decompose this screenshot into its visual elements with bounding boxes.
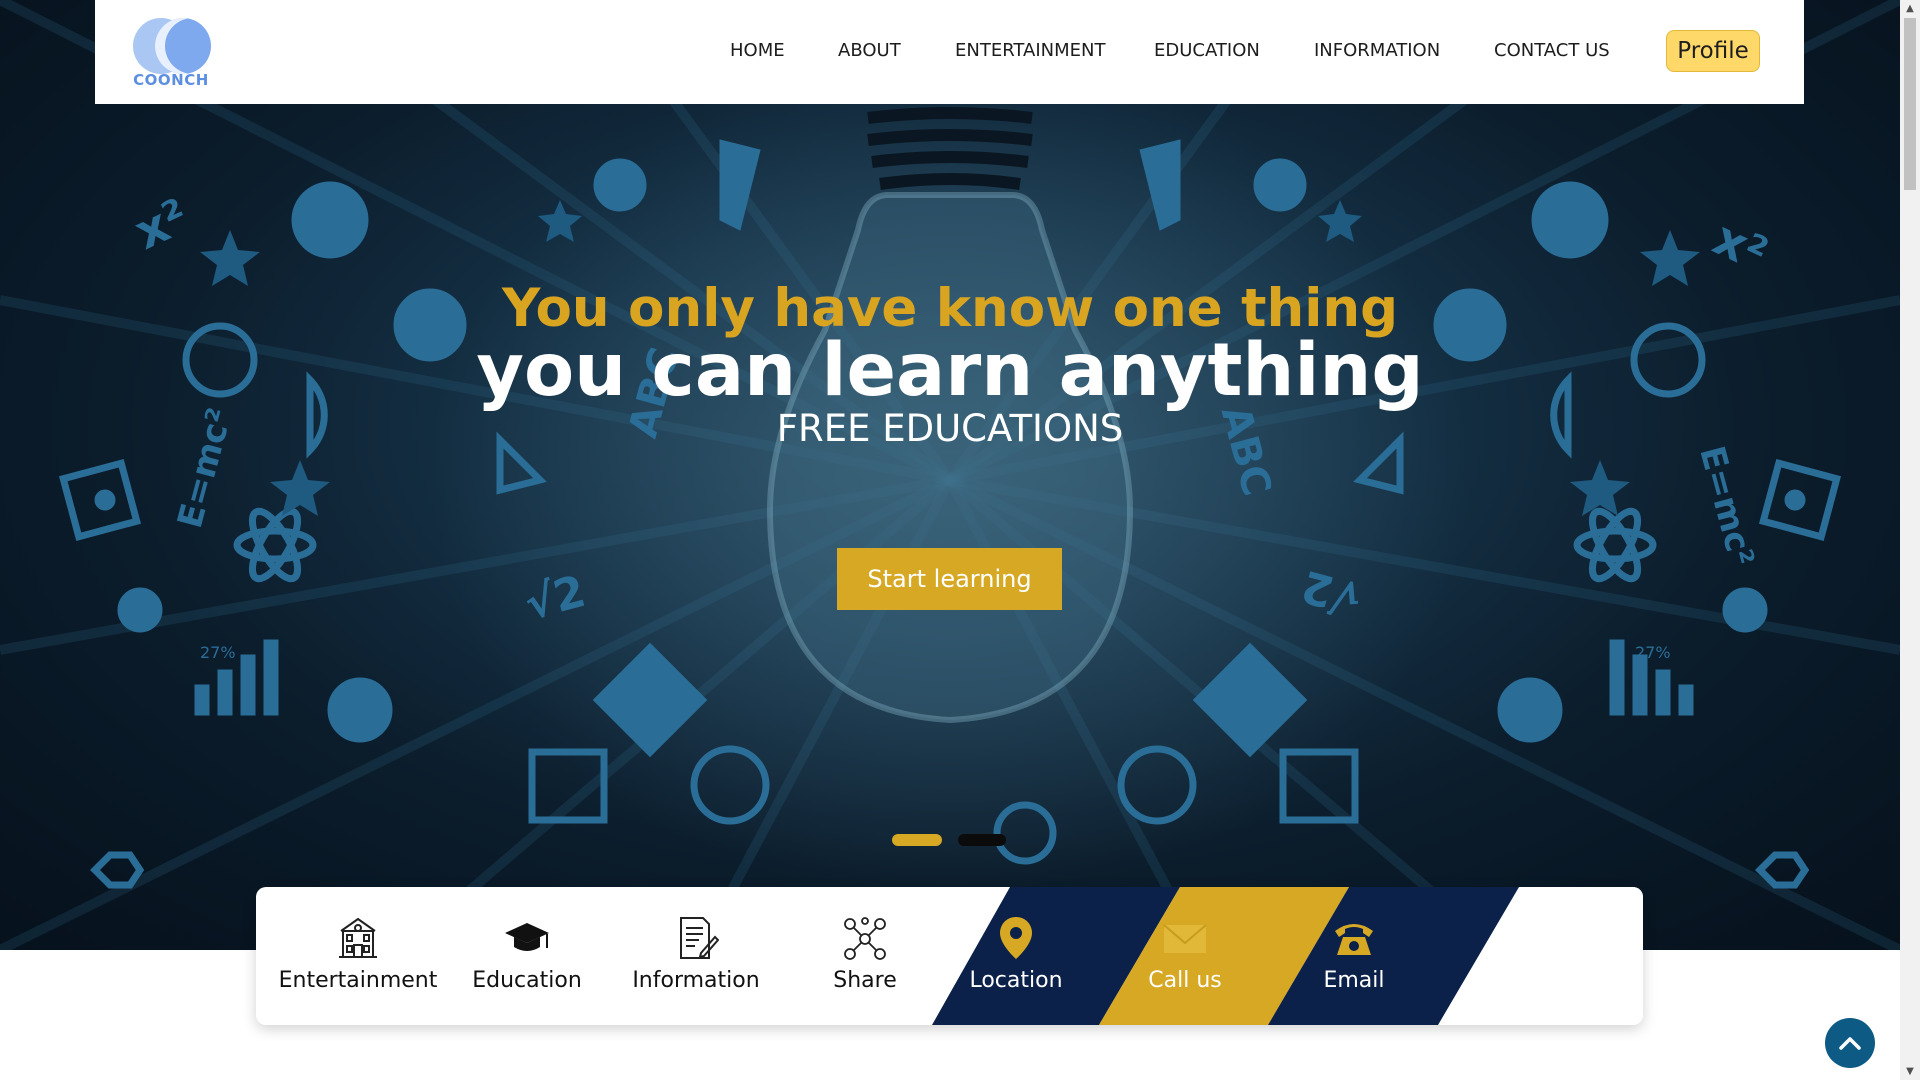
- start-learning-button[interactable]: Start learning: [837, 548, 1062, 610]
- nav-contact-us[interactable]: CONTACT US: [1494, 40, 1610, 61]
- paint-palette-doodle: [1531, 181, 1609, 259]
- feature-location-label: Location: [969, 968, 1063, 993]
- scroll-down-arrow[interactable]: ▼: [1900, 1063, 1920, 1080]
- back-to-top-button[interactable]: [1825, 1018, 1875, 1068]
- brain-doodle: [1722, 587, 1768, 633]
- feature-share-label: Share: [833, 968, 897, 993]
- hexagon-doodle: [1755, 851, 1810, 889]
- globe-doodle: [1497, 677, 1563, 743]
- feature-education-label: Education: [472, 968, 582, 993]
- document-icon: [680, 917, 719, 959]
- graduation-cap-icon: [505, 923, 549, 951]
- svg-text:E=mc²: E=mc²: [1691, 442, 1761, 570]
- top-navbar: COONCH HOME ABOUT ENTERTAINMENT EDUCATIO…: [95, 0, 1804, 104]
- hero-headline: you can learn anything: [476, 328, 1424, 413]
- feature-information[interactable]: Information: [611, 887, 781, 1025]
- brain-doodle: [117, 587, 163, 633]
- building-icon: [339, 917, 377, 958]
- hero-subheadline: FREE EDUCATIONS: [776, 407, 1124, 450]
- feature-entertainment-label: Entertainment: [278, 968, 438, 993]
- scroll-up-arrow[interactable]: ▲: [1900, 0, 1920, 17]
- svg-text:x²: x²: [126, 188, 197, 261]
- logo-circle-right: [155, 18, 211, 74]
- logo-text: COONCH: [133, 71, 209, 89]
- feature-call-us[interactable]: Call us: [1100, 887, 1270, 1025]
- chevron-up-icon: [1839, 1037, 1861, 1050]
- nav-entertainment[interactable]: ENTERTAINMENT: [955, 40, 1105, 61]
- location-pin-icon: [1000, 917, 1032, 959]
- telephone-icon: [1335, 924, 1373, 955]
- globe-doodle: [327, 677, 393, 743]
- feature-bar: Entertainment Education Information Shar…: [256, 887, 1643, 1025]
- feature-call-us-label: Call us: [1148, 968, 1222, 993]
- share-network-icon: [844, 917, 886, 960]
- nav-about[interactable]: ABOUT: [838, 40, 901, 61]
- page-scrollbar[interactable]: ▲ ▼: [1900, 0, 1920, 1080]
- carousel-dot-1[interactable]: [892, 834, 942, 846]
- nav-education[interactable]: EDUCATION: [1154, 40, 1260, 61]
- brand-logo[interactable]: COONCH: [131, 16, 211, 90]
- svg-text:27%: 27%: [1635, 643, 1671, 662]
- hero-background-art: x² x² E=mc² E=mc² √2 √2 ABC ABC 27% 27%: [0, 0, 1900, 950]
- microscope-doodle: [1253, 158, 1307, 212]
- feature-share[interactable]: Share: [780, 887, 950, 1025]
- svg-text:x²: x²: [1705, 210, 1776, 283]
- feature-entertainment[interactable]: Entertainment: [273, 887, 443, 1025]
- profile-button[interactable]: Profile: [1666, 30, 1760, 72]
- carousel-dot-2[interactable]: [958, 834, 1006, 846]
- feature-email-label: Email: [1323, 968, 1385, 993]
- hexagon-doodle: [90, 851, 145, 889]
- microscope-doodle: [593, 158, 647, 212]
- envelope-icon: [1163, 924, 1207, 953]
- paint-palette-doodle: [291, 181, 369, 259]
- feature-email[interactable]: Email: [1269, 887, 1439, 1025]
- feature-information-label: Information: [632, 968, 760, 993]
- feature-education[interactable]: Education: [442, 887, 612, 1025]
- nav-home[interactable]: HOME: [730, 40, 785, 61]
- nav-information[interactable]: INFORMATION: [1314, 40, 1440, 61]
- svg-text:27%: 27%: [200, 643, 236, 662]
- hero-banner: x² x² E=mc² E=mc² √2 √2 ABC ABC 27% 27% …: [0, 0, 1900, 950]
- feature-location[interactable]: Location: [931, 887, 1101, 1025]
- scroll-thumb[interactable]: [1904, 18, 1916, 190]
